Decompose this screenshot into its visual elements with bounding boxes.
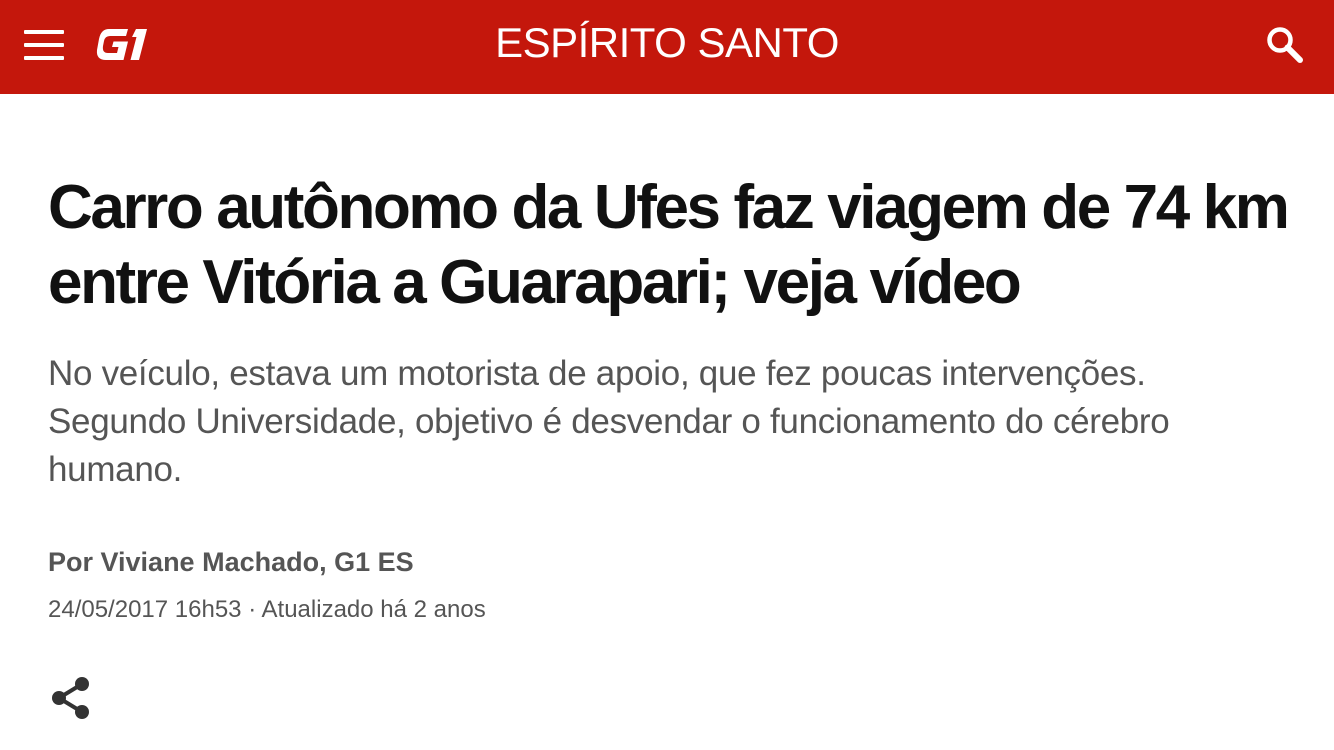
g1-logo-mark (96, 29, 147, 60)
share-icon[interactable] (50, 676, 92, 720)
article-headline: Carro autônomo da Ufes faz viagem de 74 … (48, 173, 1290, 317)
article-dateline: 24/05/2017 16h53 · Atualizado há 2 anos (48, 596, 486, 623)
article-subtitle: No veículo, estava um motorista de apoio… (48, 354, 1170, 489)
hamburger-menu-icon[interactable] (24, 30, 64, 60)
section-title-wrapper: ESPÍRITO SANTO (0, 18, 1334, 68)
g1-logo[interactable] (95, 26, 151, 62)
article-content: Carro autônomo da Ufes faz viagem de 74 … (48, 170, 1290, 626)
article-byline: Por Viviane Machado, G1 ES (48, 547, 414, 577)
section-title[interactable]: ESPÍRITO SANTO (495, 19, 839, 66)
top-bar: ESPÍRITO SANTO (0, 0, 1334, 94)
search-icon[interactable] (1266, 26, 1304, 64)
